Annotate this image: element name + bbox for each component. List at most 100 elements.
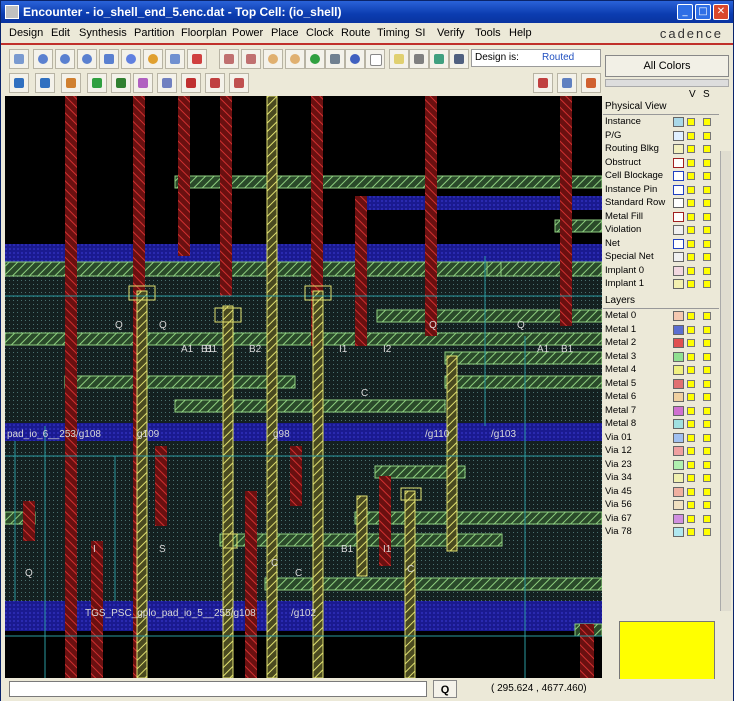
physical-row[interactable]: P/G xyxy=(603,130,723,143)
maximize-button[interactable]: □ xyxy=(695,4,711,20)
layer-visible-checkbox[interactable] xyxy=(687,528,695,536)
layer-selectable-checkbox[interactable] xyxy=(703,420,711,428)
physical-selectable-checkbox[interactable] xyxy=(703,118,711,126)
layer-row[interactable]: Metal 0 xyxy=(603,310,723,323)
add-wire-icon[interactable] xyxy=(87,73,107,93)
menu-route[interactable]: Route xyxy=(341,27,370,39)
physical-row[interactable]: Violation xyxy=(603,224,723,237)
redo-icon[interactable] xyxy=(285,49,305,69)
layer-row[interactable]: Metal 8 xyxy=(603,418,723,431)
layer-row[interactable]: Via 78 xyxy=(603,526,723,539)
layer-color-swatch[interactable] xyxy=(673,446,684,456)
physical-visible-checkbox[interactable] xyxy=(687,118,695,126)
layer-color-swatch[interactable] xyxy=(673,311,684,321)
layout-canvas[interactable]: pad_io_6__253/g108 g109 g98 /g110 /g103 … xyxy=(5,96,602,678)
physical-row[interactable]: Net xyxy=(603,238,723,251)
physical-selectable-checkbox[interactable] xyxy=(703,172,711,180)
physical-selectable-checkbox[interactable] xyxy=(703,145,711,153)
notes-icon[interactable] xyxy=(389,49,409,69)
physical-color-swatch[interactable] xyxy=(673,130,684,141)
menu-si[interactable]: SI xyxy=(415,27,425,39)
layer-color-swatch[interactable] xyxy=(673,486,684,497)
layer-color-swatch[interactable] xyxy=(673,500,684,510)
undo-icon[interactable] xyxy=(263,49,283,69)
zoom-prev-icon[interactable] xyxy=(121,49,141,69)
layer-selectable-checkbox[interactable] xyxy=(703,366,711,374)
physical-visible-checkbox[interactable] xyxy=(687,212,695,221)
layer-selectable-checkbox[interactable] xyxy=(703,528,711,536)
physical-color-swatch[interactable] xyxy=(673,157,684,168)
layer-visible-checkbox[interactable] xyxy=(687,366,695,374)
physical-row[interactable]: Instance Pin xyxy=(603,184,723,197)
layer-panel-scrollbar[interactable] xyxy=(720,151,731,611)
layer-selectable-checkbox[interactable] xyxy=(703,339,711,347)
layer-row[interactable]: Metal 7 xyxy=(603,405,723,418)
layer-row[interactable]: Metal 2 xyxy=(603,337,723,350)
layer-selectable-checkbox[interactable] xyxy=(703,312,711,320)
document-icon[interactable] xyxy=(365,49,385,69)
chart-view-icon[interactable] xyxy=(581,73,601,93)
layer-row[interactable]: Metal 6 xyxy=(603,391,723,404)
physical-selectable-checkbox[interactable] xyxy=(703,158,711,167)
layer-selectable-checkbox[interactable] xyxy=(703,433,711,442)
layer-color-swatch[interactable] xyxy=(673,527,684,537)
layer-row[interactable]: Via 23 xyxy=(603,459,723,472)
physical-visible-checkbox[interactable] xyxy=(687,239,695,248)
layer-selectable-checkbox[interactable] xyxy=(703,474,711,482)
ruler-icon[interactable] xyxy=(61,73,81,93)
layer-row[interactable]: Via 12 xyxy=(603,445,723,458)
layer-row[interactable]: Metal 4 xyxy=(603,364,723,377)
layer-selectable-checkbox[interactable] xyxy=(703,379,711,388)
physical-visible-checkbox[interactable] xyxy=(687,266,695,275)
layer-row[interactable]: Via 67 xyxy=(603,513,723,526)
physical-color-swatch[interactable] xyxy=(673,184,684,195)
physical-color-swatch[interactable] xyxy=(673,252,684,262)
color-slider[interactable] xyxy=(605,79,729,87)
menu-synthesis[interactable]: Synthesis xyxy=(79,27,127,39)
layout-view-icon[interactable] xyxy=(533,73,553,93)
zoom-in-icon[interactable] xyxy=(33,49,53,69)
layer-row[interactable]: Metal 1 xyxy=(603,324,723,337)
layer-visible-checkbox[interactable] xyxy=(687,447,695,455)
physical-row[interactable]: Implant 1 xyxy=(603,278,723,291)
menu-partition[interactable]: Partition xyxy=(134,27,174,39)
layer-visible-checkbox[interactable] xyxy=(687,312,695,320)
physical-row[interactable]: Standard Row xyxy=(603,197,723,210)
attributes-icon[interactable] xyxy=(325,49,345,69)
physical-selectable-checkbox[interactable] xyxy=(703,266,711,275)
minimize-button[interactable]: _ xyxy=(677,4,693,20)
menu-design[interactable]: Design xyxy=(9,27,43,39)
physical-color-swatch[interactable] xyxy=(673,117,684,127)
physical-row[interactable]: Metal Fill xyxy=(603,211,723,224)
physical-visible-checkbox[interactable] xyxy=(687,158,695,167)
physical-selectable-checkbox[interactable] xyxy=(703,253,711,261)
layer-selectable-checkbox[interactable] xyxy=(703,352,711,361)
menu-edit[interactable]: Edit xyxy=(51,27,70,39)
command-input[interactable] xyxy=(9,681,427,697)
physical-color-swatch[interactable] xyxy=(673,171,684,181)
physical-selectable-checkbox[interactable] xyxy=(703,280,711,288)
layer-color-swatch[interactable] xyxy=(673,405,684,416)
physical-visible-checkbox[interactable] xyxy=(687,226,695,234)
zoom-fit-icon[interactable] xyxy=(99,49,119,69)
redraw-icon[interactable] xyxy=(143,49,163,69)
physical-color-swatch[interactable] xyxy=(673,198,684,208)
layer-selectable-checkbox[interactable] xyxy=(703,406,711,415)
layer-visible-checkbox[interactable] xyxy=(687,460,695,469)
layer-color-swatch[interactable] xyxy=(673,365,684,375)
menu-clock[interactable]: Clock xyxy=(306,27,334,39)
stretch-icon[interactable] xyxy=(157,73,177,93)
physical-color-swatch[interactable] xyxy=(673,265,684,276)
info-icon[interactable] xyxy=(345,49,365,69)
all-colors-button[interactable]: All Colors xyxy=(605,55,729,77)
layer-visible-checkbox[interactable] xyxy=(687,487,695,496)
physical-color-swatch[interactable] xyxy=(673,225,684,235)
split-icon[interactable] xyxy=(205,73,225,93)
physical-selectable-checkbox[interactable] xyxy=(703,239,711,248)
layer-color-swatch[interactable] xyxy=(673,324,684,335)
layer-visible-checkbox[interactable] xyxy=(687,406,695,415)
layer-color-swatch[interactable] xyxy=(673,351,684,362)
layer-row[interactable]: Via 45 xyxy=(603,486,723,499)
layer-row[interactable]: Via 56 xyxy=(603,499,723,512)
layer-selectable-checkbox[interactable] xyxy=(703,447,711,455)
